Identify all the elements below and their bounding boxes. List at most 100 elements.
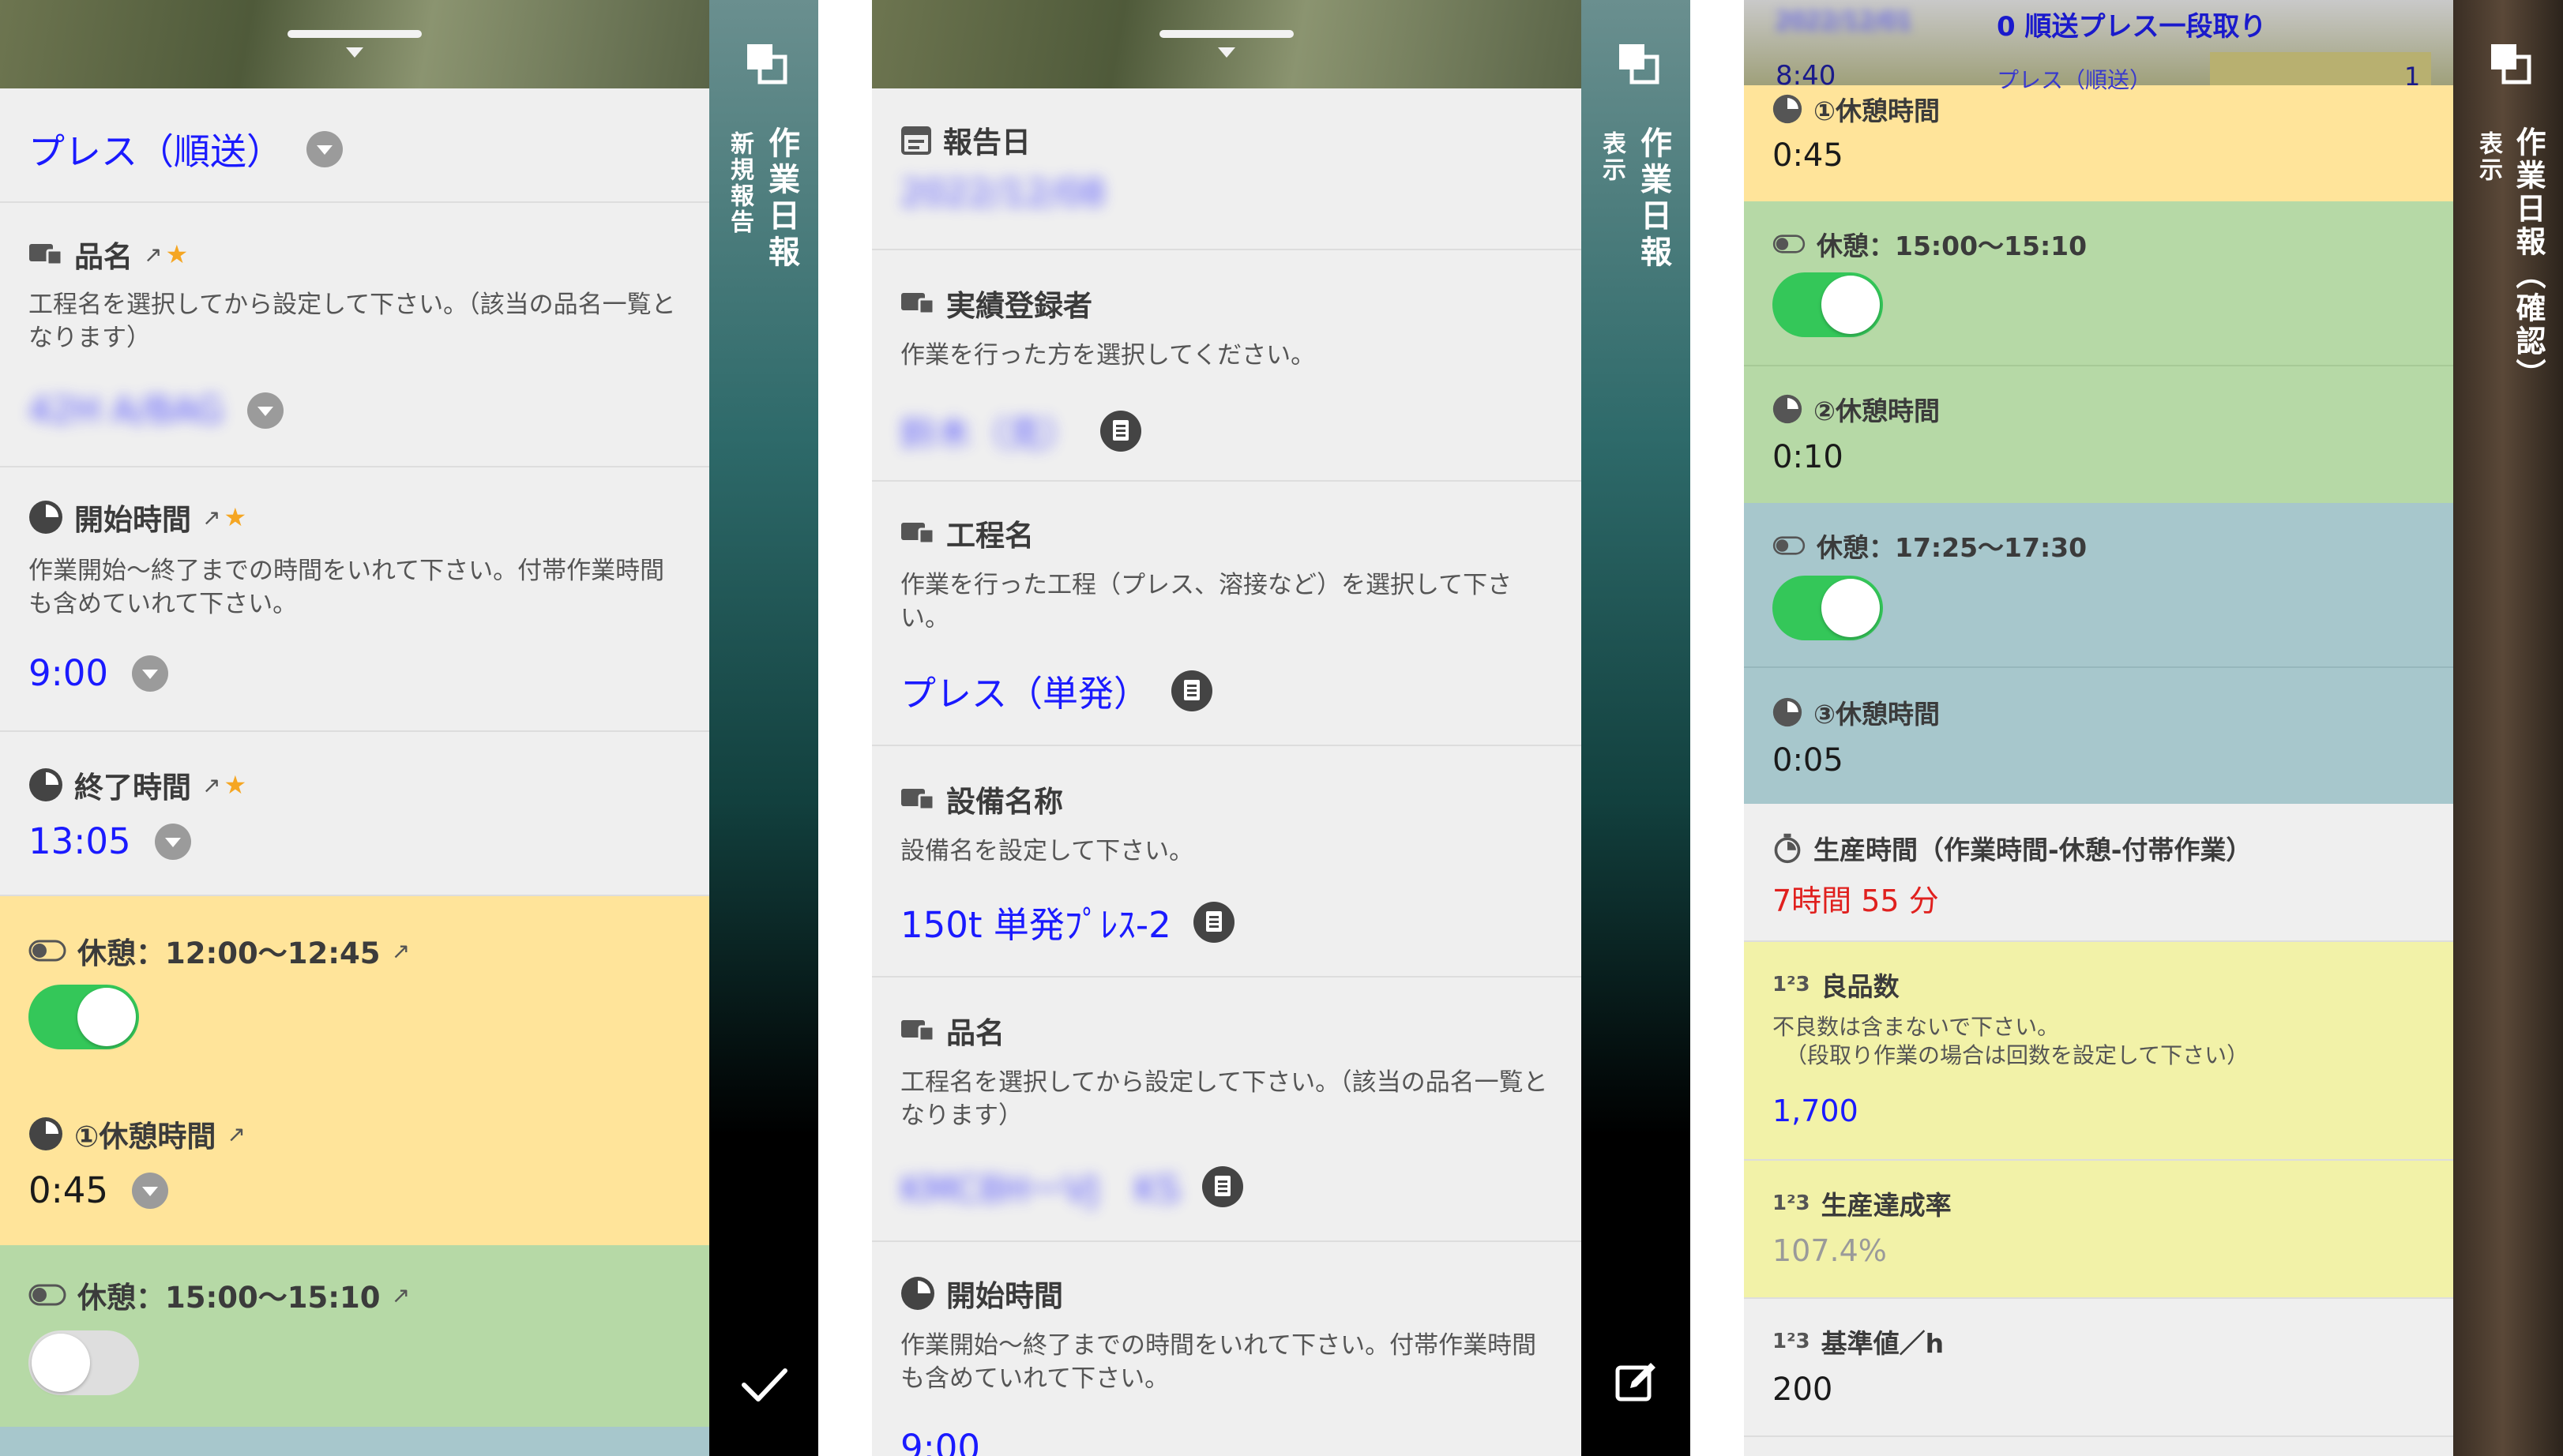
tag-icon [901, 523, 935, 545]
header-time: 8:40 [1776, 60, 1836, 92]
toggle-icon [28, 1284, 66, 1306]
grab-handle[interactable] [287, 30, 422, 38]
checkmark-icon[interactable] [741, 1366, 788, 1404]
good-count-desc-note: （段取り作業の場合は回数を設定して下さい） [1785, 1042, 2249, 1068]
header-process: プレス（順送） [1997, 67, 2152, 93]
chevron-down-icon[interactable] [1218, 47, 1235, 58]
clock-icon [29, 768, 62, 801]
report-date-section: 報告日 2022/12/08 [872, 88, 1581, 250]
good-count-desc: 不良数は含まないで下さい。 [1772, 1014, 2060, 1040]
registrant-section: 実績登録者 作業を行った方を選択してください。 鈴木（克） [872, 250, 1581, 482]
break3-time-label: ③休憩時間 [1813, 699, 1940, 730]
break2-toggle[interactable] [1772, 272, 1883, 337]
list-icon[interactable] [1202, 1165, 1244, 1207]
break3-section: 休憩：17:25～17:30 [1744, 503, 2453, 666]
break1-time-label: ①休憩時間 [1813, 96, 1940, 126]
drag-handle-bar[interactable] [872, 0, 1581, 88]
achievement-section: 1²3 生産達成率 107.4% [1744, 1161, 2453, 1299]
form-area: プレス（順送） 品名 ↗ ★ 工程名を選択してから設定して下さい。（該当の品名一覧… [0, 0, 709, 1456]
registrant-value: 鈴木（克） [900, 413, 1079, 455]
edit-icon: ↗ [391, 937, 411, 964]
start-time-label: 開始時間 [946, 1279, 1063, 1313]
number-icon: 1²3 [1772, 1330, 1810, 1353]
end-time-section: 終了時間 ↗ ★ 13:05 [0, 732, 709, 896]
header-title: 0 順送プレス一段取り [1997, 11, 2267, 43]
product-label: 品名 [946, 1016, 1005, 1050]
good-count-value: 1,700 [1772, 1094, 1858, 1128]
dropdown-icon[interactable] [247, 392, 284, 429]
sidebar: 作業日報 表示 [1581, 0, 1690, 1456]
product-section: 品名 工程名を選択してから設定して下さい。（該当の品名一覧となります） KMC8… [872, 978, 1581, 1242]
sidebar-title: 作業日報 [763, 126, 799, 272]
list-header-strip: 2022/12/01 0 順送プレス一段取り 8:40 プレス（順送） 1 [1744, 0, 2453, 93]
copy-icon[interactable] [1616, 41, 1660, 85]
edit-icon[interactable] [1614, 1360, 1659, 1404]
sidebar-subtitle: 新規報告 [726, 131, 753, 235]
report-date-value: 2022/12/08 [900, 172, 1106, 214]
dropdown-icon[interactable] [132, 655, 169, 692]
toggle-knob [32, 1334, 90, 1392]
process-label: 工程名 [946, 519, 1034, 553]
break3-label: 休憩：17:25～17:30 [1817, 532, 2088, 563]
equipment-label: 設備名称 [946, 785, 1063, 819]
start-time-desc: 作業開始～終了までの時間をいれて下さい。付帯作業時間も含めていれて下さい。 [900, 1331, 1537, 1393]
break1-toggle[interactable] [28, 985, 139, 1049]
start-time-value: 9:00 [900, 1427, 981, 1456]
start-time-value: 9:00 [28, 652, 109, 694]
dropdown-icon[interactable] [154, 823, 191, 860]
sidebar: 作業日報（確認） 表示 [2453, 0, 2563, 1456]
number-icon: 1²3 [1772, 973, 1810, 996]
header-date: 2022/12/01 [1776, 8, 1912, 36]
next-section [0, 1427, 709, 1456]
clock-icon [1772, 94, 1802, 124]
break1-time-section: ①休憩時間 0:45 [1744, 79, 2453, 201]
header-count-box [2210, 52, 2431, 85]
form-area: 報告日 2022/12/08 実績登録者 作業を行った方を選択してください。 鈴… [872, 0, 1581, 1456]
good-count-section: 1²3 良品数 不良数は含まないで下さい。 （段取り作業の場合は回数を設定して下… [1744, 942, 2453, 1161]
clock-icon [901, 1277, 934, 1310]
number-icon: 1²3 [1772, 1191, 1810, 1215]
equipment-section: 設備名称 設備名を設定して下さい。 150t 単発ﾌﾟﾚｽ-2 [872, 746, 1581, 978]
clock-icon [29, 501, 62, 534]
break3-time-section: ③休憩時間 0:05 [1744, 666, 2453, 804]
list-icon[interactable] [1171, 670, 1213, 711]
copy-icon[interactable] [2488, 41, 2532, 85]
dropdown-icon[interactable] [132, 1172, 169, 1209]
panel-new-report: プレス（順送） 品名 ↗ ★ 工程名を選択してから設定して下さい。（該当の品名一覧… [0, 0, 818, 1456]
process-section[interactable]: プレス（順送） [0, 88, 709, 203]
toggle-knob [1821, 579, 1880, 637]
dropdown-icon[interactable] [306, 131, 343, 167]
break1-time-label: ①休憩時間 [74, 1120, 216, 1154]
production-time-section: 生産時間（作業時間-休憩-付帯作業） 7時間 55 分 [1744, 804, 2453, 942]
stopwatch-icon [1774, 833, 1801, 864]
start-time-section: 開始時間 作業開始～終了までの時間をいれて下さい。付帯作業時間も含めていれて下さ… [872, 1242, 1581, 1456]
break2-time-value: 0:10 [1772, 439, 1843, 475]
toggle-icon [28, 940, 66, 962]
copy-icon[interactable] [744, 41, 788, 85]
break2-section: 休憩：15:00～15:10 [1744, 201, 2453, 365]
clock-icon [1772, 697, 1802, 727]
product-label: 品名 [74, 240, 133, 274]
tag-icon [901, 1020, 935, 1042]
break2-time-section: ②休憩時間 0:10 [1744, 365, 2453, 503]
achievement-value: 107.4% [1772, 1233, 1887, 1268]
toggle-knob [1821, 276, 1880, 334]
process-section: 工程名 作業を行った工程（プレス、溶接など）を選択して下さい。 プレス（単発） [872, 482, 1581, 746]
break2-toggle[interactable] [28, 1330, 139, 1395]
header-count: 1 [2404, 62, 2421, 92]
start-time-section: 開始時間 ↗ ★ 作業開始～終了までの時間をいれて下さい。付帯作業時間も含めていれ… [0, 467, 709, 732]
list-icon[interactable] [1193, 901, 1235, 943]
standard-label: 基準値／h [1821, 1328, 1945, 1359]
edit-icon: ↗ [202, 504, 221, 531]
panel-confirm-report: ①休憩時間 0:45 休憩：15:00～15:10 ②休憩時間 0:10 休憩：… [1744, 0, 2563, 1456]
break1-time-value: 0:45 [1772, 137, 1843, 174]
product-value: KMC8H一VJ KS [900, 1169, 1181, 1210]
chevron-down-icon[interactable] [346, 47, 363, 58]
product-desc: 工程名を選択してから設定して下さい。（該当の品名一覧となります） [28, 291, 676, 352]
list-icon[interactable] [1100, 410, 1142, 452]
drag-handle-bar[interactable] [0, 0, 709, 88]
equipment-value: 150t 単発ﾌﾟﾚｽ-2 [900, 904, 1171, 946]
panel-view-report: 報告日 2022/12/08 実績登録者 作業を行った方を選択してください。 鈴… [872, 0, 1690, 1456]
break3-toggle[interactable] [1772, 576, 1883, 640]
grab-handle[interactable] [1159, 30, 1294, 38]
